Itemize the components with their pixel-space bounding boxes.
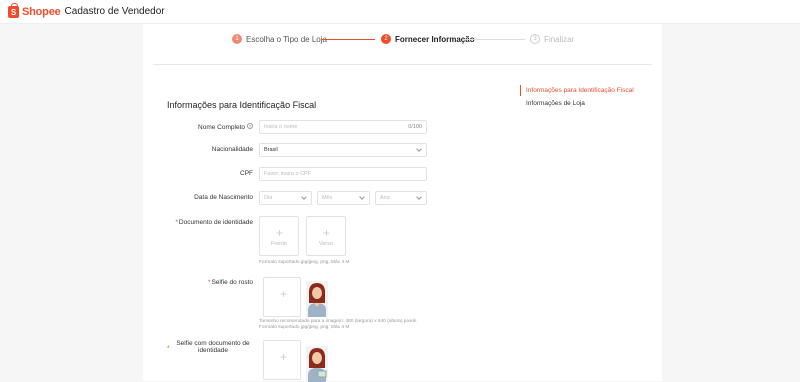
selfie-doc-required-mark: * bbox=[167, 345, 170, 352]
registration-card: 1 Escolha o Tipo de Loja 2 Fornecer Info… bbox=[143, 24, 662, 382]
step-2: 2 Fornecer Informação bbox=[381, 34, 475, 44]
cpf-label: CPF bbox=[240, 170, 253, 177]
name-char-counter: 0/100 bbox=[408, 124, 422, 130]
nationality-select[interactable]: Brasil bbox=[259, 143, 427, 157]
step-3-number: 3 bbox=[530, 34, 540, 44]
chevron-down-icon bbox=[416, 194, 422, 200]
chevron-down-icon bbox=[416, 146, 422, 152]
plus-icon: + bbox=[323, 226, 331, 240]
nav-item-fiscal-info[interactable]: Informações para Identificação Fiscal bbox=[513, 84, 634, 97]
step-2-number: 2 bbox=[381, 34, 391, 44]
plus-icon: + bbox=[276, 226, 284, 240]
step-1-label: Escolha o Tipo de Loja bbox=[246, 34, 327, 44]
shopee-logo-icon: S bbox=[8, 2, 19, 18]
header-divider bbox=[153, 64, 652, 65]
step-connector-1 bbox=[321, 39, 375, 40]
chevron-down-icon bbox=[359, 194, 365, 200]
section-title: Informações para Identificação Fiscal bbox=[167, 100, 317, 110]
step-1-number: 1 bbox=[232, 34, 242, 44]
step-3: 3 Finalizar bbox=[530, 34, 574, 44]
id-front-caption: Frente bbox=[271, 241, 287, 247]
step-3-label: Finalizar bbox=[544, 34, 575, 44]
id-document-hint: Formato suportado jpg/jpeg, png, Máx 4 M bbox=[259, 260, 350, 265]
selfie-example-image bbox=[306, 281, 328, 317]
birth-day-select[interactable]: Dia bbox=[259, 191, 312, 205]
selfie-doc-example-image bbox=[306, 346, 328, 382]
full-name-label: Nome Completo? bbox=[198, 123, 253, 131]
selfie-doc-upload[interactable]: + bbox=[263, 340, 301, 380]
selfie-upload[interactable]: + bbox=[263, 277, 301, 317]
progress-steps: 1 Escolha o Tipo de Loja 2 Fornecer Info… bbox=[143, 24, 662, 64]
nav-item-store-info[interactable]: Informações de Loja bbox=[513, 97, 634, 110]
help-icon[interactable]: ? bbox=[247, 123, 253, 129]
selfie-hint: Tamanho recomendado para a imagem: 480 (… bbox=[259, 319, 418, 330]
id-front-upload[interactable]: + Frente bbox=[259, 216, 299, 256]
id-back-caption: Verso bbox=[318, 241, 334, 247]
plus-icon: + bbox=[280, 350, 288, 364]
selfie-label: *Selfie do rosto bbox=[207, 279, 253, 286]
nationality-label: Nacionalidade bbox=[211, 146, 253, 153]
section-navigation: Informações para Identificação Fiscal In… bbox=[513, 84, 634, 110]
top-bar: S Shopee Cadastro de Vendedor bbox=[0, 0, 800, 24]
full-name-input[interactable]: Insira o nome 0/100 bbox=[259, 120, 427, 134]
page-title: Cadastro de Vendedor bbox=[64, 6, 165, 17]
birth-month-select[interactable]: Mês bbox=[317, 191, 370, 205]
id-document-label: *Documento de identidade bbox=[175, 219, 253, 226]
cpf-input[interactable]: Favor, insira o CPF bbox=[259, 167, 427, 181]
selfie-doc-label: Selfie com documento de identidade bbox=[176, 340, 250, 354]
birth-year-select[interactable]: Ano bbox=[375, 191, 427, 205]
birth-date-label: Data de Nascimento bbox=[194, 194, 253, 201]
id-back-upload[interactable]: + Verso bbox=[306, 216, 346, 256]
plus-icon: + bbox=[280, 287, 288, 301]
chevron-down-icon bbox=[301, 194, 307, 200]
brand-logo-text: Shopee bbox=[22, 5, 61, 18]
step-1: 1 Escolha o Tipo de Loja bbox=[232, 34, 327, 44]
step-connector-2 bbox=[463, 39, 525, 40]
